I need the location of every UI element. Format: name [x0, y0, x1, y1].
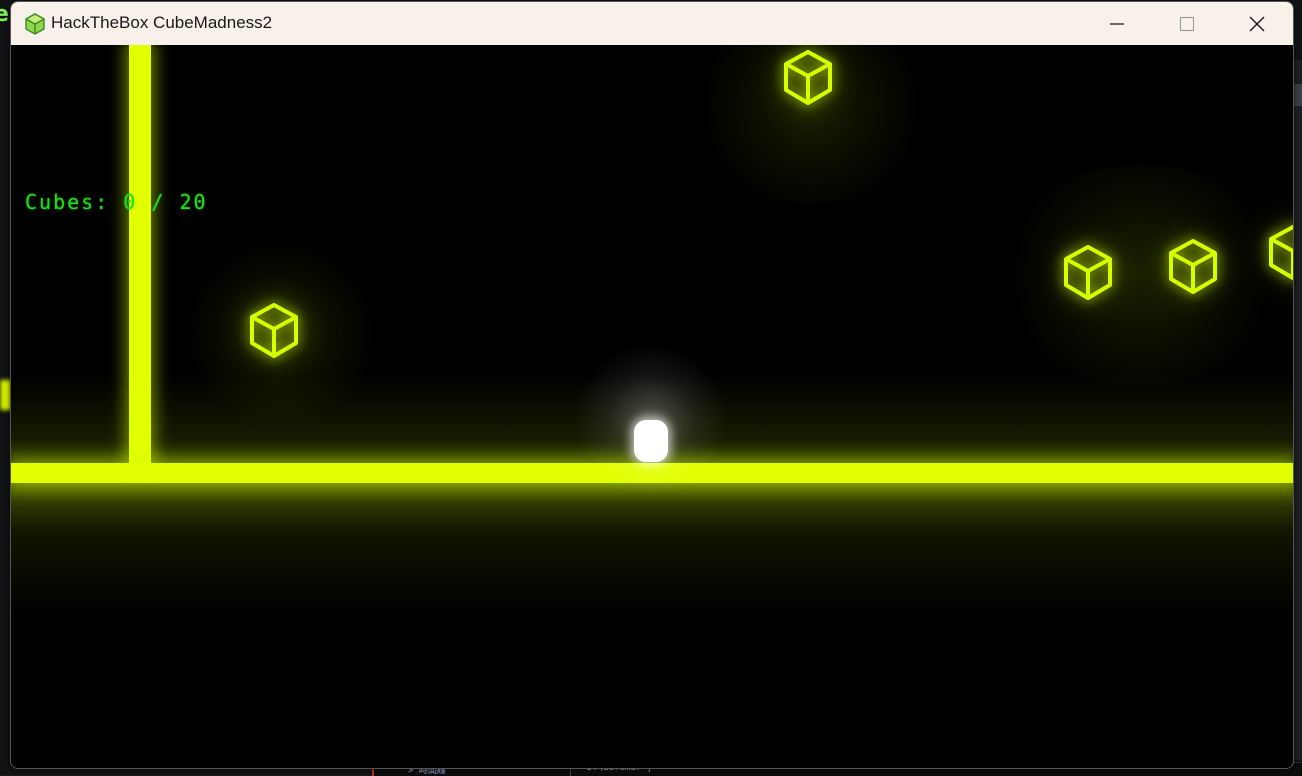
game-window: HackTheBox CubeMadness2 Cubes: 0 / 20	[10, 1, 1294, 769]
neon-pillar	[129, 45, 151, 465]
title-bar[interactable]: HackTheBox CubeMadness2	[11, 2, 1293, 45]
background-window-tab	[1294, 84, 1302, 106]
floor-lower-glow	[11, 475, 1293, 615]
wireframe-cube-icon	[1064, 245, 1112, 300]
window-title: HackTheBox CubeMadness2	[51, 13, 273, 32]
player-character	[634, 420, 668, 462]
cubes-counter: Cubes: 0 / 20	[25, 190, 208, 214]
wireframe-cube-icon	[250, 303, 298, 358]
maximize-icon	[1179, 16, 1195, 31]
game-viewport[interactable]: Cubes: 0 / 20	[11, 45, 1293, 768]
wireframe-cube-icon	[784, 50, 832, 105]
close-button[interactable]	[1222, 2, 1292, 45]
wireframe-cube-icon	[1269, 225, 1293, 280]
minimize-button[interactable]	[1082, 2, 1152, 45]
background-app-fragment: e	[0, 2, 9, 27]
cube-halo	[991, 165, 1291, 385]
app-cube-icon	[25, 13, 45, 35]
maximize-button[interactable]	[1152, 2, 1222, 45]
wireframe-cube-icon	[1169, 239, 1217, 294]
close-icon	[1249, 16, 1265, 31]
minimize-icon	[1110, 22, 1124, 25]
